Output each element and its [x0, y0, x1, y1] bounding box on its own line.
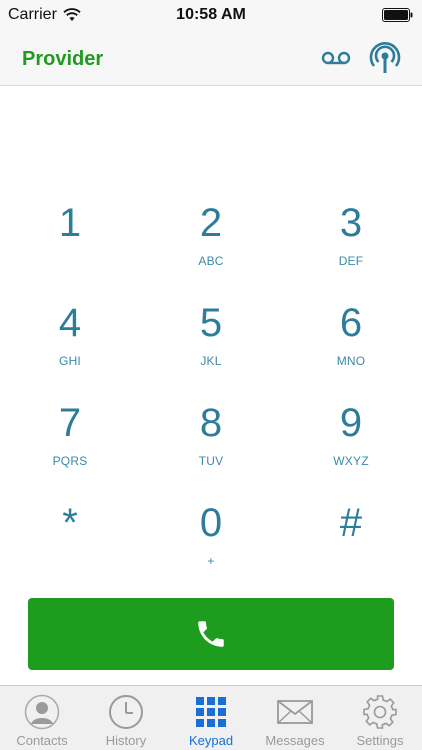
key-digit: 1: [58, 201, 82, 245]
key-letters: GHI: [59, 354, 81, 368]
voicemail-button[interactable]: [316, 38, 356, 78]
tab-label: Contacts: [16, 733, 68, 748]
key-4[interactable]: 4 GHI: [0, 300, 140, 390]
key-digit: 8: [199, 401, 223, 445]
key-letters: TUV: [198, 454, 224, 468]
battery-icon: [382, 8, 413, 22]
key-letters: [281, 554, 421, 568]
key-digit: 7: [58, 401, 82, 445]
key-letters: DEF: [338, 254, 364, 268]
clock-icon: [109, 695, 143, 729]
phone-icon: [198, 621, 224, 647]
status-time: 10:58 AM: [176, 6, 246, 23]
tab-bar: Contacts History Keypad Messages Setting…: [0, 685, 422, 750]
tab-contacts[interactable]: Contacts: [0, 686, 84, 750]
key-6[interactable]: 6 MNO: [281, 300, 421, 390]
contacts-icon: [24, 694, 60, 730]
tab-label: History: [105, 733, 147, 748]
key-letters: ABC: [198, 254, 224, 268]
tab-label: Keypad: [188, 733, 234, 748]
tab-settings[interactable]: Settings: [338, 686, 422, 750]
tab-keypad[interactable]: Keypad: [169, 686, 253, 750]
key-9[interactable]: 9 WXYZ: [281, 400, 421, 490]
provider-title: Provider: [22, 48, 104, 70]
key-letters: [0, 554, 140, 568]
key-digit: 5: [199, 301, 223, 345]
tab-messages[interactable]: Messages: [253, 686, 337, 750]
key-digit: 9: [339, 401, 363, 445]
key-0[interactable]: 0 +: [141, 500, 281, 590]
tab-label: Settings: [356, 733, 404, 748]
key-3[interactable]: 3 DEF: [281, 200, 421, 290]
key-2[interactable]: 2 ABC: [141, 200, 281, 290]
keypad-icon: [196, 697, 226, 727]
key-digit: 2: [199, 201, 223, 245]
key-digit: *: [62, 501, 78, 545]
key-1[interactable]: 1: [0, 200, 140, 290]
key-letters: JKL: [200, 354, 222, 368]
key-digit: 4: [58, 301, 82, 345]
key-letters: +: [207, 554, 215, 568]
key-digit: 0: [199, 501, 223, 545]
key-hash[interactable]: #: [281, 500, 421, 590]
voicemail-icon: [321, 51, 351, 65]
key-star[interactable]: *: [0, 500, 140, 590]
key-digit: 6: [339, 301, 363, 345]
key-8[interactable]: 8 TUV: [141, 400, 281, 490]
envelope-icon: [277, 700, 313, 724]
key-letters: WXYZ: [333, 454, 369, 468]
key-digit: #: [339, 501, 363, 545]
key-letters: [0, 254, 140, 268]
antenna-button[interactable]: [363, 38, 407, 78]
key-digit: 3: [339, 201, 363, 245]
antenna-icon: [369, 42, 401, 73]
key-5[interactable]: 5 JKL: [141, 300, 281, 390]
key-letters: MNO: [336, 354, 366, 368]
tab-history[interactable]: History: [84, 686, 168, 750]
gear-icon: [363, 695, 397, 729]
key-letters: PQRS: [52, 454, 88, 468]
key-7[interactable]: 7 PQRS: [0, 400, 140, 490]
status-bar: Carrier 10:58 AM: [0, 0, 422, 30]
call-button[interactable]: [28, 598, 394, 670]
nav-bar: Provider: [0, 30, 422, 86]
tab-label: Messages: [265, 733, 325, 748]
